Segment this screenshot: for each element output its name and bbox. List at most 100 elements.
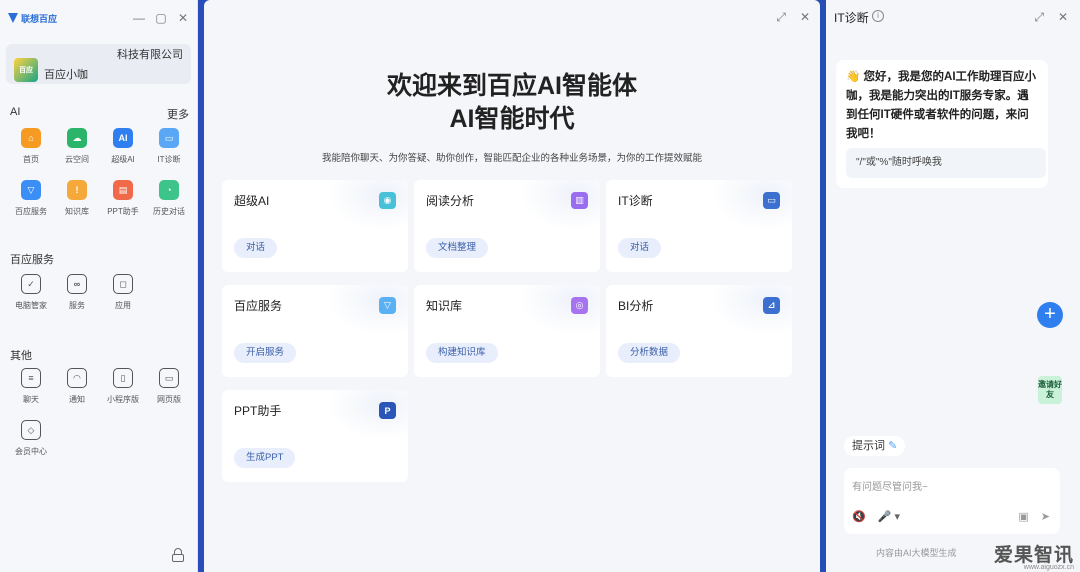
company-name: 科技有限公司: [117, 49, 183, 61]
wave-icon: 👋: [846, 71, 861, 83]
left-sidebar: 联想百应 — ▢ ✕ 科技有限公司 百应 百应小咖 AI 更多 ⌂ 首页 ☁ 云空间 A…: [0, 0, 198, 572]
mute-icon[interactable]: 🔇: [852, 510, 866, 523]
sidebar-item-cloud-space[interactable]: ☁ 云空间: [54, 126, 100, 178]
card-title: 百应服务: [234, 299, 283, 313]
brand-logo: 联想百应: [8, 12, 57, 25]
chat-input-box[interactable]: 有问题尽管问我~ 🔇 🎤 ▾ ▣ ➤: [844, 468, 1060, 534]
main-window-controls: ⤢ ✕: [776, 10, 810, 25]
sidebar-item-label: 应用: [115, 301, 131, 310]
welcome-subtitle: 我能陪你聊天、为你答疑、助你创作，智能匹配企业的各种业务场景，为你的工作提效赋能: [321, 153, 702, 164]
user-card[interactable]: 科技有限公司 百应 百应小咖: [6, 44, 191, 84]
sidebar-item-service[interactable]: ▽ 百应服务: [8, 178, 54, 230]
close-button[interactable]: ✕: [177, 11, 189, 25]
feature-card[interactable]: BI分析 ⊿ 分析数据: [606, 285, 792, 377]
avatar[interactable]: 百应: [14, 58, 38, 82]
prompt-button[interactable]: 提示词 ✎: [844, 436, 906, 456]
feature-card[interactable]: 知识库 ◎ 构建知识库: [414, 285, 600, 377]
sidebar-item-label: 超级AI: [111, 155, 135, 164]
knowledge-card-icon: ◎: [571, 297, 588, 314]
chat-input-placeholder[interactable]: 有问题尽管问我~: [852, 478, 928, 493]
card-action-button[interactable]: 对话: [618, 238, 662, 258]
ppt-card-icon: P: [379, 402, 396, 419]
sidebar-item-service-link[interactable]: ∞ 服务: [54, 272, 100, 324]
diamond-icon: ◇: [21, 420, 41, 440]
more-link[interactable]: 更多: [167, 106, 189, 122]
panel-window-controls: ⤢ ✕: [1034, 10, 1068, 25]
card-action-button[interactable]: 开启服务: [234, 343, 297, 363]
card-action-button[interactable]: 分析数据: [618, 343, 681, 363]
brand-logo-icon: [8, 13, 18, 23]
image-upload-icon[interactable]: ▣: [1018, 510, 1028, 523]
service-card-icon: ▽: [379, 297, 396, 314]
watermark-text: 爱果智讯: [993, 545, 1074, 566]
mobile-icon: ▯: [113, 368, 133, 388]
feature-card[interactable]: IT诊断 ▭ 对话: [606, 180, 792, 272]
card-action-button[interactable]: 文档整理: [426, 238, 489, 258]
close-icon[interactable]: ✕: [1058, 10, 1068, 25]
sidebar-item-knowledge[interactable]: ! 知识库: [54, 178, 100, 230]
sidebar-item-super-ai[interactable]: AI 超级AI: [100, 126, 146, 178]
minimize-button[interactable]: —: [133, 11, 145, 25]
sidebar-item-monitor[interactable]: ▭ 网页版: [146, 366, 192, 418]
history-icon: ◔: [159, 180, 179, 200]
sidebar-item-bell[interactable]: ◠ 通知: [54, 366, 100, 418]
sidebar-item-bag[interactable]: ◻ 应用: [100, 272, 146, 324]
sidebar-item-label: 网页版: [157, 395, 181, 404]
sidebar-item-chat[interactable]: ≡ 聊天: [8, 366, 54, 418]
feature-card[interactable]: 阅读分析 ▥ 文档整理: [414, 180, 600, 272]
sidebar-item-diamond[interactable]: ◇ 会员中心: [8, 418, 54, 470]
info-icon[interactable]: i: [872, 10, 884, 22]
book-icon: ▥: [571, 192, 588, 209]
new-chat-button[interactable]: +: [1037, 302, 1063, 328]
invite-friends-button[interactable]: 邀请好友: [1038, 376, 1062, 404]
feature-card[interactable]: 超级AI ◉ 对话: [222, 180, 408, 272]
feature-card[interactable]: PPT助手 P 生成PPT: [222, 390, 408, 482]
greeting-text: 您好，我是您的AI工作助理百应小咖，我是能力突出的IT服务专家。遇到任何IT硬件…: [846, 71, 1037, 140]
sidebar-item-label: 服务: [69, 301, 85, 310]
card-action-button[interactable]: 构建知识库: [426, 343, 498, 363]
feature-card[interactable]: 百应服务 ▽ 开启服务: [222, 285, 408, 377]
bag-icon: ◻: [113, 274, 133, 294]
card-action-button[interactable]: 对话: [234, 238, 278, 258]
sidebar-item-it-diagnosis[interactable]: ▭ IT诊断: [146, 126, 192, 178]
close-icon[interactable]: ✕: [800, 10, 810, 25]
knowledge-icon: !: [67, 180, 87, 200]
sidebar-item-ppt[interactable]: ▤ PPT助手: [100, 178, 146, 230]
send-icon[interactable]: ➤: [1041, 510, 1050, 523]
welcome-title: 欢迎来到百应AI智能体: [386, 72, 637, 100]
input-tools: 🔇 🎤 ▾: [852, 510, 900, 523]
home-icon: ⌂: [21, 128, 41, 148]
other-apps-grid: ≡ 聊天 ◠ 通知 ▯ 小程序版 ▭ 网页版 ◇ 会员中心: [8, 366, 194, 470]
sidebar-item-label: 百应服务: [15, 207, 47, 216]
expand-icon[interactable]: ⤢: [1034, 10, 1044, 25]
ai-apps-grid: ⌂ 首页 ☁ 云空间 AI 超级AI ▭ IT诊断 ▽ 百应服务! 知识库 ▤ PPT助手 ◔ 历史对话: [8, 126, 194, 230]
sidebar-item-mobile[interactable]: ▯ 小程序版: [100, 366, 146, 418]
card-title: 阅读分析: [426, 194, 475, 208]
pen-icon: ✎: [888, 440, 898, 452]
microphone-icon[interactable]: 🎤 ▾: [878, 510, 900, 523]
chat-icon: ≡: [21, 368, 41, 388]
maximize-button[interactable]: ▢: [155, 11, 167, 25]
expand-icon[interactable]: ⤢: [776, 10, 786, 25]
it-diagnosis-icon: ▭: [159, 128, 179, 148]
sidebar-item-shield[interactable]: ✓ 电脑管家: [8, 272, 54, 324]
sidebar-item-label: PPT助手: [107, 207, 139, 216]
sidebar-item-label: 知识库: [65, 207, 89, 216]
sidebar-item-home[interactable]: ⌂ 首页: [8, 126, 54, 178]
shortcut-hint[interactable]: "/"或"%"随时呼唤我: [846, 148, 1046, 178]
section-title-ai: AI: [10, 106, 21, 118]
sidebar-item-label: 会员中心: [15, 447, 47, 456]
card-title: PPT助手: [234, 404, 282, 418]
service-apps-grid: ✓ 电脑管家 ∞ 服务 ◻ 应用: [8, 272, 194, 324]
super-ai-icon: AI: [113, 128, 133, 148]
card-title: BI分析: [618, 299, 654, 313]
lock-icon[interactable]: [172, 548, 184, 562]
super-ai-card-icon: ◉: [379, 192, 396, 209]
card-action-button[interactable]: 生成PPT: [234, 448, 296, 468]
window-controls: — ▢ ✕: [133, 11, 189, 25]
ai-disclaimer: 内容由AI大模型生成: [876, 548, 957, 558]
panel-title: IT诊断: [834, 11, 869, 25]
monitor-icon: ▭: [159, 368, 179, 388]
sidebar-item-history[interactable]: ◔ 历史对话: [146, 178, 192, 230]
it-card-icon: ▭: [763, 192, 780, 209]
